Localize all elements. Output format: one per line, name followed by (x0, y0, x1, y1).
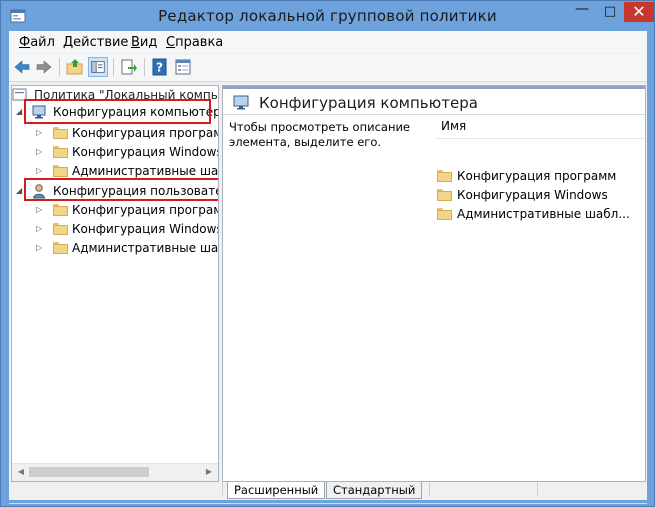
toolbar: ? (9, 54, 647, 82)
toolbar-separator (59, 58, 60, 76)
menu-help-label: правка (175, 35, 224, 50)
minimize-button[interactable]: — (569, 2, 595, 22)
collapse-arrow-icon[interactable]: ▷ (36, 128, 46, 138)
up-folder-icon[interactable] (66, 58, 84, 76)
collapse-arrow-icon[interactable]: ▷ (36, 147, 46, 157)
maximize-icon: □ (603, 4, 617, 19)
menu-action-accel: Д (63, 35, 74, 50)
folder-icon (53, 127, 68, 139)
folder-icon (53, 242, 68, 254)
folder-icon (53, 146, 68, 158)
menu-action-label: ействие (73, 35, 129, 50)
tree-item-label: Конфигурация Windows (72, 222, 219, 236)
tab-standard[interactable]: Стандартный (326, 482, 423, 499)
tab-extended[interactable]: Расширенный (227, 482, 326, 499)
menu-help[interactable]: Справка (166, 35, 223, 50)
menu-view-label: ид (139, 35, 158, 50)
highlight-box-computer-config (24, 99, 211, 124)
console-tree: Политика "Локальный компьютер" ◢ Конфигу… (11, 85, 219, 482)
scroll-right-icon[interactable]: ▶ (202, 466, 216, 478)
help-icon[interactable]: ? (151, 58, 169, 76)
folder-icon (437, 208, 452, 220)
tree-item-admin-templates[interactable]: ▷ Административные шаблоны (12, 239, 218, 257)
show-hide-tree-icon[interactable] (88, 57, 108, 77)
properties-icon[interactable] (174, 58, 192, 76)
menu-help-accel: С (166, 35, 176, 50)
maximize-button[interactable]: □ (597, 2, 623, 22)
collapse-arrow-icon[interactable]: ▷ (36, 166, 46, 176)
app-window: Редактор локальной групповой политики — … (0, 0, 655, 507)
status-bar-segment (222, 481, 223, 495)
menu-file-label: айл (30, 35, 55, 50)
list-item-label: Конфигурация Windows (457, 188, 608, 202)
toolbar-separator (113, 58, 114, 76)
svg-text:?: ? (156, 61, 163, 75)
folder-icon (53, 165, 68, 177)
tree-item-software-settings[interactable]: ▷ Конфигурация программ (12, 201, 218, 219)
scroll-left-icon[interactable]: ◀ (14, 466, 28, 478)
tree-item-windows-settings[interactable]: ▷ Конфигурация Windows (12, 143, 218, 161)
tree-item-label: Конфигурация Windows (72, 145, 219, 159)
column-name-label: Имя (441, 119, 467, 133)
details-pane: Конфигурация компьютера Чтобы просмотрет… (222, 85, 646, 482)
folder-icon (53, 204, 68, 216)
folder-icon (437, 170, 452, 182)
header-accent-bar (223, 86, 645, 89)
window-title: Редактор локальной групповой политики (158, 7, 497, 25)
minimize-icon: — (575, 1, 589, 17)
collapse-arrow-icon[interactable]: ▷ (36, 224, 46, 234)
close-button[interactable]: ✕ (624, 2, 654, 22)
tree-item-windows-settings[interactable]: ▷ Конфигурация Windows (12, 220, 218, 238)
forward-arrow-icon[interactable] (35, 58, 53, 76)
details-header: Конфигурация компьютера (223, 86, 645, 115)
details-title: Конфигурация компьютера (259, 94, 478, 112)
toolbar-separator (144, 58, 145, 76)
collapse-arrow-icon[interactable]: ▷ (36, 205, 46, 215)
menu-view[interactable]: Вид (131, 35, 157, 50)
folder-icon (53, 223, 68, 235)
view-tabs: Расширенный Стандартный (222, 482, 646, 500)
tree-horizontal-scrollbar[interactable]: ◀ ▶ (12, 463, 218, 481)
folder-icon (437, 189, 452, 201)
back-arrow-icon[interactable] (13, 58, 31, 76)
export-list-icon[interactable] (120, 58, 138, 76)
client-area: Файл Действие Вид Справка ? Политика "Ло… (9, 31, 647, 504)
close-icon: ✕ (632, 2, 646, 21)
highlight-box-user-config (24, 178, 218, 201)
menu-action[interactable]: Действие (63, 35, 128, 50)
list-item-label: Конфигурация программ (457, 169, 617, 183)
tree-item-label: Административные шаблоны (72, 241, 219, 255)
details-description: Чтобы просмотреть описание элемента, выд… (229, 120, 411, 149)
menu-file-accel: Ф (19, 35, 31, 50)
tree-item-software-settings[interactable]: ▷ Конфигурация программ (12, 124, 218, 142)
menu-bar: Файл Действие Вид Справка (9, 31, 647, 53)
status-bar-segment (537, 482, 538, 496)
menu-view-accel: В (131, 35, 140, 50)
column-header-name[interactable]: Имя (435, 116, 645, 139)
scrollbar-thumb[interactable] (29, 467, 149, 477)
tree-item-label: Конфигурация программ (72, 126, 219, 140)
status-bar-divider (9, 503, 647, 504)
list-item-label: Административные шабл... (457, 207, 630, 221)
computer-icon (233, 95, 249, 110)
collapse-arrow-icon[interactable]: ▷ (36, 243, 46, 253)
title-bar[interactable]: Редактор локальной групповой политики — … (1, 1, 654, 31)
tree-item-label: Конфигурация программ (72, 203, 219, 217)
menu-file[interactable]: Файл (19, 35, 55, 50)
status-bar-segment (429, 482, 430, 496)
